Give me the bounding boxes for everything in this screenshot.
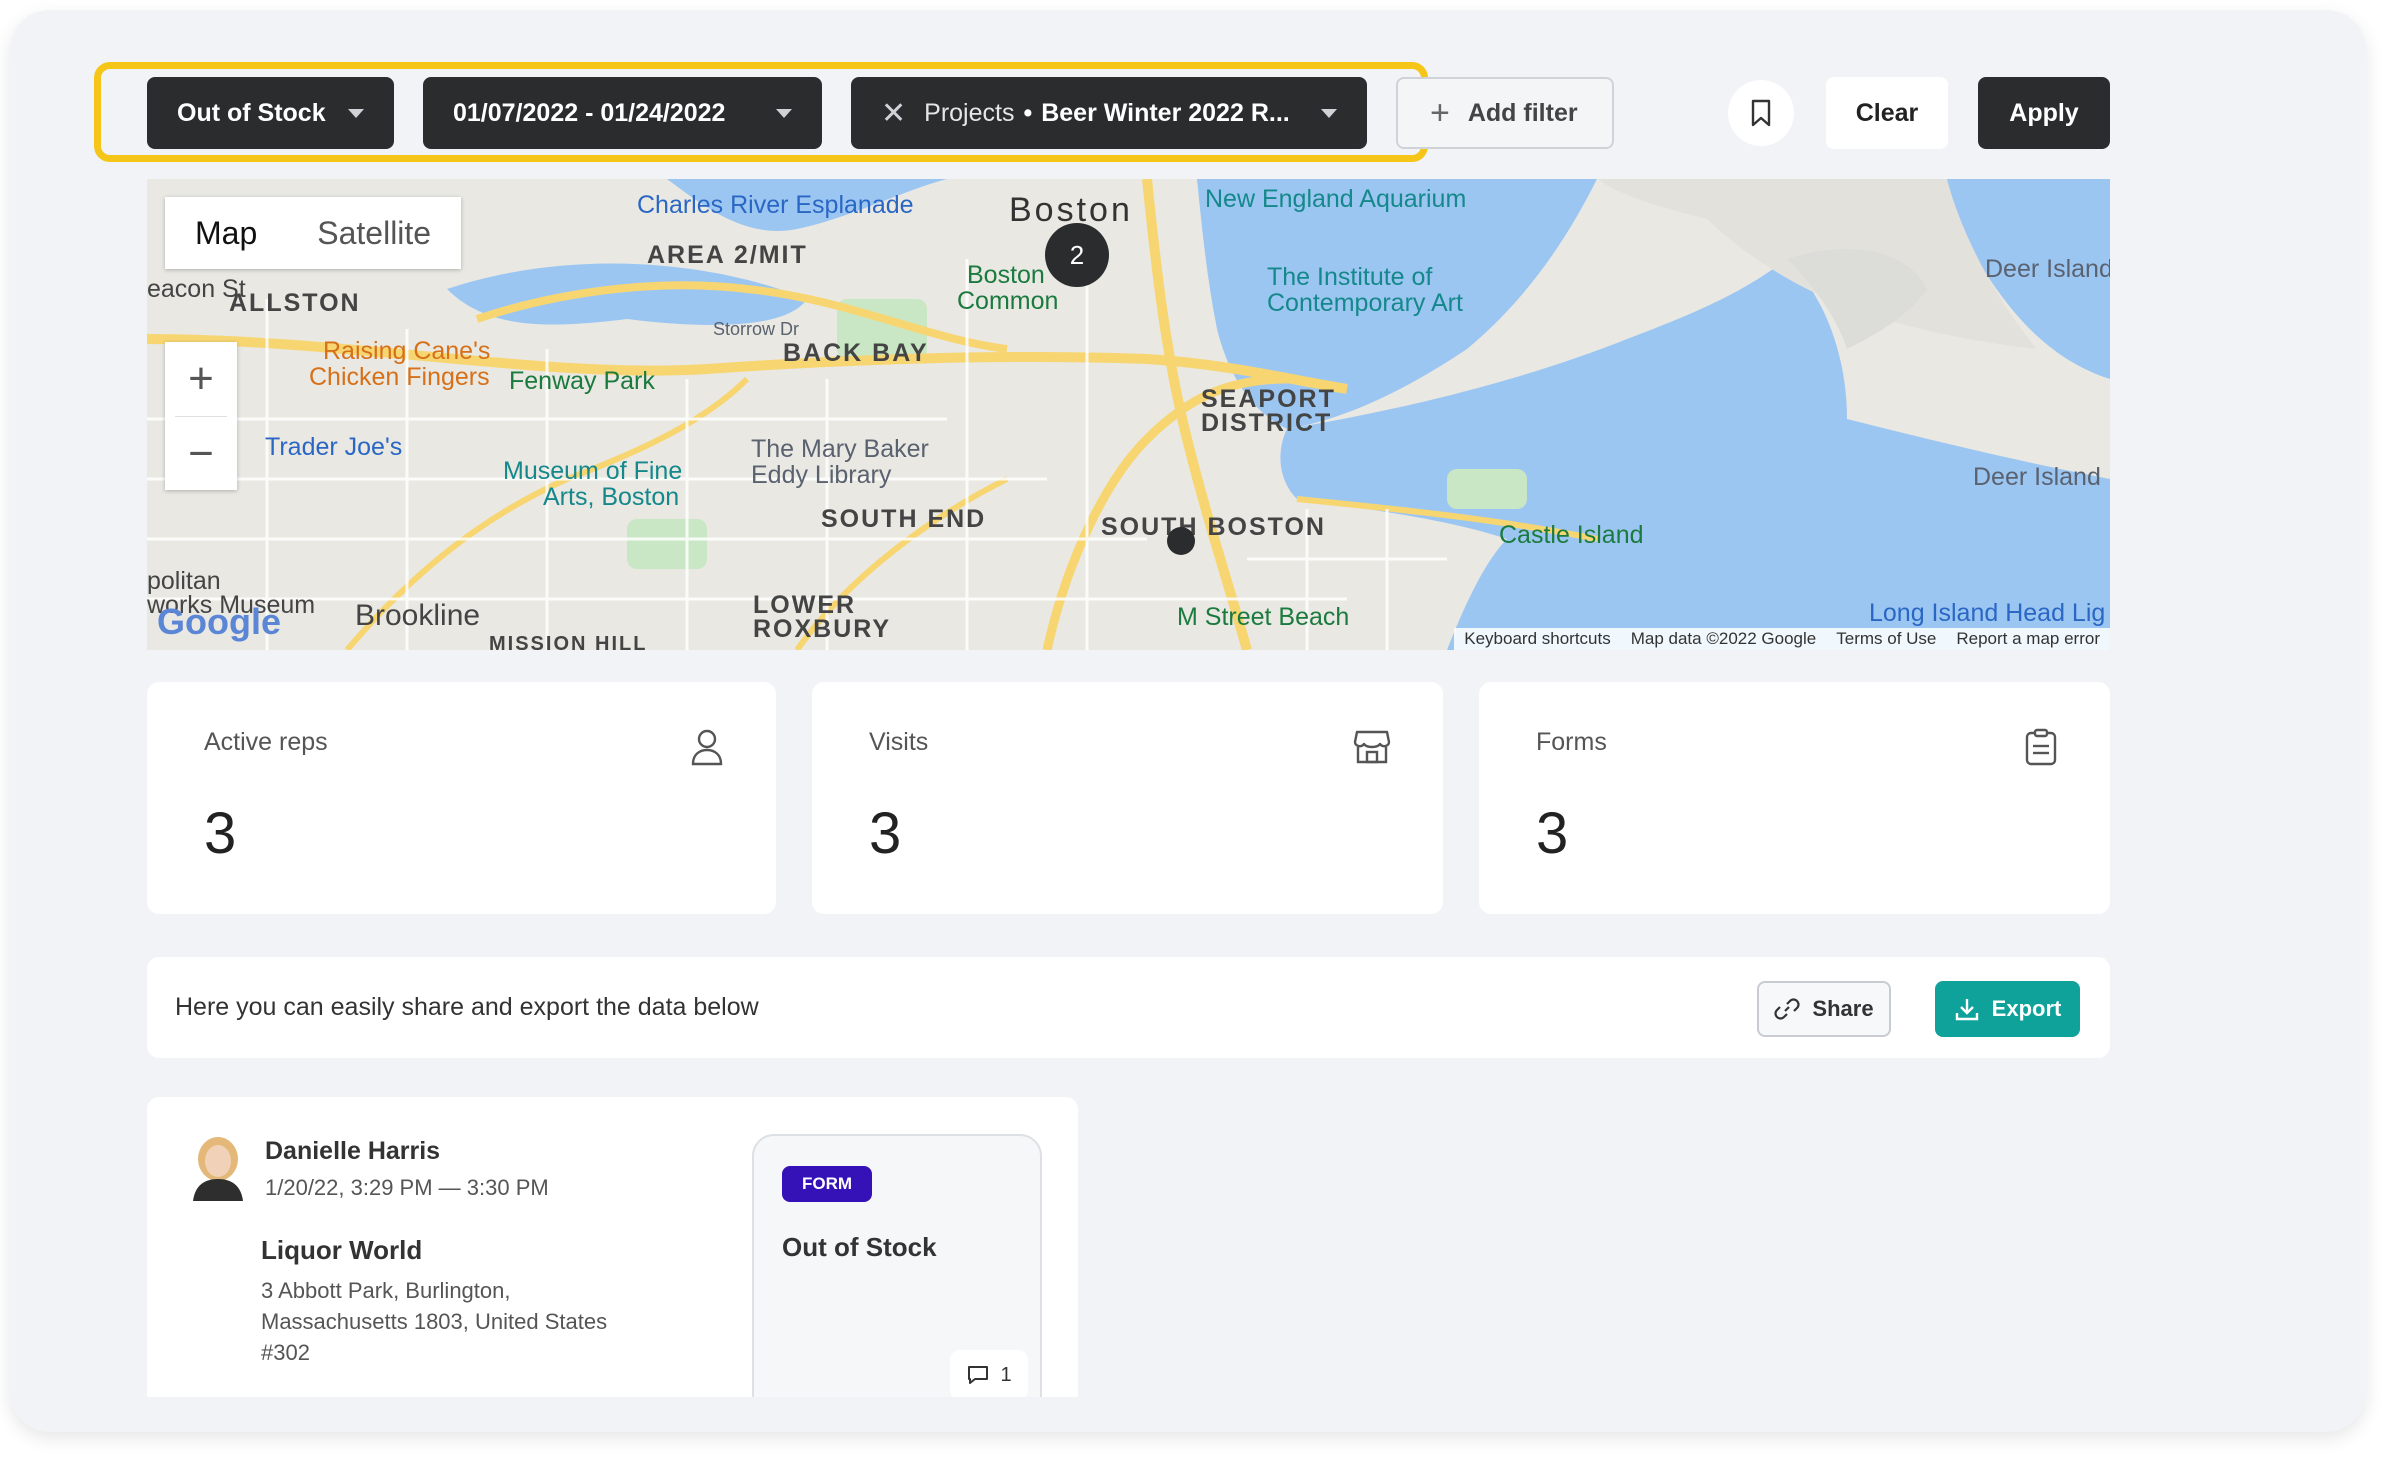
visit-card[interactable]: Danielle Harris 1/20/22, 3:29 PM — 3:30 … (147, 1097, 1078, 1397)
form-title: Out of Stock (782, 1232, 937, 1262)
rep-name: Danielle Harris (265, 1137, 441, 1165)
address-line-1: 3 Abbott Park, Burlington, (261, 1278, 511, 1303)
address-line-2: Massachusetts 1803, United States (261, 1309, 608, 1334)
plus-icon: + (1430, 93, 1450, 132)
map-view[interactable]: Charles River Esplanade AREA 2/MIT Bosto… (147, 179, 2110, 650)
store-number: #302 (261, 1340, 310, 1365)
add-filter-button[interactable]: + Add filter (1396, 77, 1614, 149)
store-name: Liquor World (261, 1235, 423, 1265)
bookmark-button[interactable] (1728, 80, 1794, 146)
filter-chip-form-label: Out of Stock (177, 98, 326, 127)
map-data-text: Map data ©2022 Google (1630, 629, 1817, 648)
clipboard-icon (2025, 728, 2057, 766)
map-label: Common (957, 287, 1059, 315)
zoom-in-button[interactable]: + (165, 342, 237, 416)
map-label: DISTRICT (1201, 409, 1333, 437)
map-label: Contemporary Art (1267, 289, 1463, 317)
map-label: Deer Island (1985, 255, 2110, 283)
map-label: SOUTH BOSTON (1101, 513, 1326, 541)
stat-title: Visits (869, 728, 929, 756)
stat-card-active-reps: Active reps 3 (147, 682, 776, 914)
keyboard-shortcuts-link[interactable]: Keyboard shortcuts (1454, 629, 1620, 649)
zoom-out-button[interactable]: − (165, 417, 237, 491)
google-logo: Google (157, 601, 281, 642)
map-label: The Mary Baker (751, 435, 929, 463)
person-icon (691, 729, 723, 766)
map-type-toggle: Map Satellite (165, 197, 462, 269)
map-label: AREA 2/MIT (647, 241, 808, 269)
map-label: Long Island Head Lig (1869, 599, 2106, 627)
map-label: Museum of Fine (503, 457, 683, 485)
filter-chip-date-range[interactable]: 01/07/2022 - 01/24/2022 (423, 77, 822, 149)
map-label: SOUTH END (821, 505, 987, 533)
report-map-error-link[interactable]: Report a map error (1946, 629, 2110, 649)
share-export-bar: Here you can easily share and export the… (147, 957, 2110, 1058)
map-attribution: Keyboard shortcuts Map data ©2022 Google… (1454, 628, 2110, 650)
download-icon (1955, 999, 1978, 1021)
filter-chip-form[interactable]: Out of Stock (147, 77, 394, 149)
chevron-down-icon (348, 108, 364, 118)
map-cluster-marker[interactable]: 2 (1045, 223, 1109, 287)
share-export-text: Here you can easily share and export the… (175, 993, 759, 1021)
map-label: MISSION HILL (489, 633, 648, 650)
zoom-controls: + − (165, 342, 237, 490)
map-label: The Institute of (1267, 263, 1433, 291)
stat-value: 3 (869, 801, 902, 866)
comment-count: 1 (1000, 1363, 1012, 1386)
stat-title: Active reps (204, 728, 328, 756)
map-label: Storrow Dr (713, 319, 800, 339)
map-label: Brookline (355, 599, 481, 632)
avatar (193, 1137, 243, 1201)
filter-chip-projects-prefix: Projects (924, 98, 1015, 127)
map-label: eacon St (147, 275, 246, 303)
map-label: Deer Island (1973, 463, 2101, 491)
comment-count-button[interactable]: 1 (950, 1350, 1028, 1397)
close-icon[interactable]: ✕ (881, 96, 906, 131)
visit-time: 1/20/22, 3:29 PM — 3:30 PM (265, 1175, 549, 1200)
link-icon (1774, 998, 1801, 1020)
chevron-down-icon (776, 108, 792, 118)
stat-title: Forms (1536, 728, 1607, 756)
map-location-marker[interactable] (1167, 527, 1195, 555)
map-label: Castle Island (1499, 521, 1644, 549)
separator-dot: • (1023, 98, 1033, 127)
form-card[interactable]: FORM Out of Stock 1 (752, 1134, 1042, 1397)
map-label: Boston (967, 261, 1045, 289)
map-label: M Street Beach (1177, 603, 1350, 631)
stat-card-forms: Forms 3 (1479, 682, 2110, 914)
map-label: New England Aquarium (1205, 185, 1467, 213)
map-type-map-button[interactable]: Map (165, 197, 287, 269)
map-label: Fenway Park (509, 367, 655, 395)
map-label: Eddy Library (751, 461, 892, 489)
share-button[interactable]: Share (1757, 981, 1891, 1037)
terms-link[interactable]: Terms of Use (1826, 629, 1946, 649)
chevron-down-icon (1321, 108, 1337, 118)
map-label: Trader Joe's (265, 433, 403, 461)
form-badge: FORM (782, 1166, 873, 1202)
apply-button[interactable]: Apply (1978, 77, 2110, 149)
add-filter-label: Add filter (1467, 98, 1578, 127)
map-label: Raising Cane's (323, 337, 491, 365)
share-label: Share (1812, 996, 1874, 1021)
export-label: Export (1991, 996, 2062, 1021)
map-label: Charles River Esplanade (637, 191, 914, 219)
filter-chip-projects-value: Beer Winter 2022 R... (1041, 98, 1290, 127)
clear-button[interactable]: Clear (1826, 77, 1948, 149)
store-address: 3 Abbott Park, Burlington, Massachusetts… (261, 1275, 641, 1368)
map-type-satellite-button[interactable]: Satellite (287, 197, 461, 269)
stat-value: 3 (1536, 801, 1569, 866)
map-label: ALLSTON (229, 289, 361, 317)
map-label: ROXBURY (753, 615, 892, 643)
filter-chip-date-label: 01/07/2022 - 01/24/2022 (453, 98, 726, 127)
export-button[interactable]: Export (1935, 981, 2080, 1037)
bookmark-icon (1751, 99, 1771, 127)
comment-icon (968, 1366, 989, 1384)
filter-chip-projects[interactable]: ✕ Projects • Beer Winter 2022 R... (851, 77, 1367, 149)
stat-card-visits: Visits 3 (812, 682, 1443, 914)
map-label: Arts, Boston (543, 483, 680, 511)
store-icon (1353, 730, 1391, 764)
map-label: Chicken Fingers (309, 363, 490, 391)
stat-value: 3 (204, 801, 237, 866)
map-label: BACK BAY (783, 339, 929, 367)
